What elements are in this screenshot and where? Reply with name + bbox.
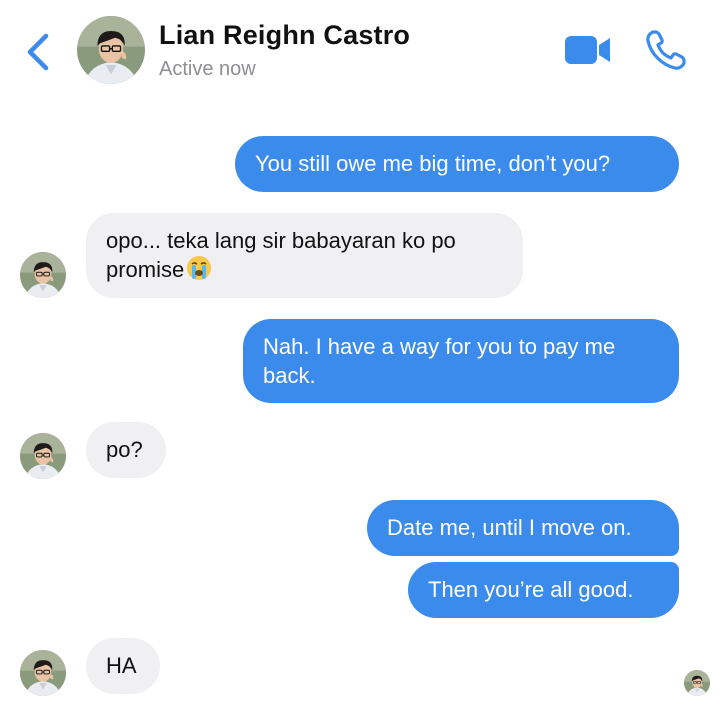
back-button[interactable] [22, 30, 56, 74]
seen-indicator-avatar [684, 670, 710, 696]
chat-header: Lian Reighn Castro Active now [0, 0, 720, 100]
contact-avatar[interactable] [77, 16, 145, 84]
contact-status: Active now [159, 58, 256, 80]
message-bubble-incoming[interactable]: HA [86, 638, 160, 694]
message-bubble-incoming[interactable]: po? [86, 422, 166, 478]
message-bubble-outgoing[interactable]: Then you’re all good. [408, 562, 679, 618]
audio-call-button[interactable] [644, 28, 688, 72]
video-camera-icon [565, 36, 610, 64]
contact-name[interactable]: Lian Reighn Castro [159, 20, 410, 51]
phone-icon [646, 30, 686, 70]
message-bubble-outgoing[interactable]: Nah. I have a way for you to pay me back… [243, 319, 679, 403]
message-bubble-outgoing[interactable]: Date me, until I move on. [367, 500, 679, 556]
contact-avatar-small[interactable] [20, 252, 66, 298]
video-call-button[interactable] [564, 33, 612, 67]
contact-avatar-small[interactable] [20, 650, 66, 696]
message-bubble-outgoing[interactable]: You still owe me big time, don’t you? [235, 136, 679, 192]
contact-avatar-small[interactable] [20, 433, 66, 479]
message-bubble-incoming[interactable]: opo... teka lang sir babayaran ko po pro… [86, 213, 523, 298]
chevron-left-icon [27, 33, 49, 71]
message-text: opo... teka lang sir babayaran ko po pro… [106, 228, 456, 282]
loudly-crying-face-icon [186, 255, 212, 288]
